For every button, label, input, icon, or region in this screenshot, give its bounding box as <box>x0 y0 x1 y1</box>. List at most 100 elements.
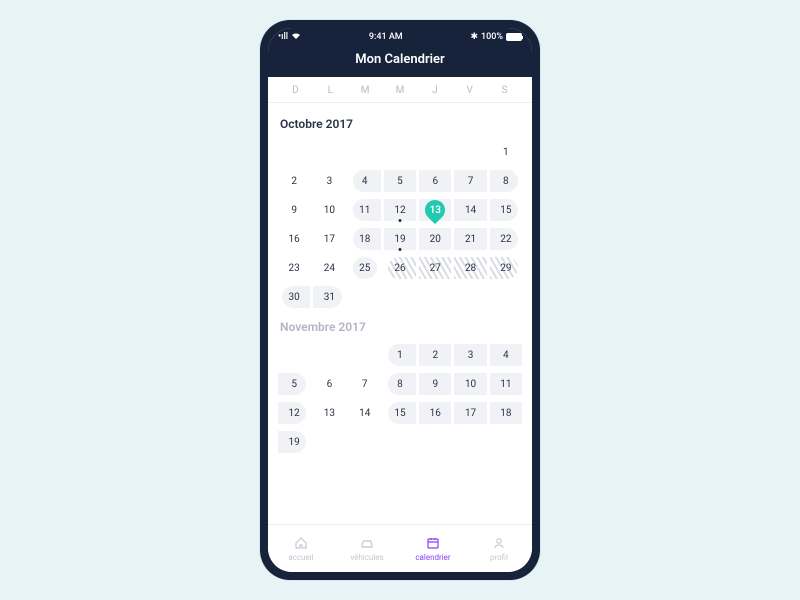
day-number: 19 <box>278 431 310 453</box>
day-cell[interactable]: 4 <box>349 168 381 194</box>
day-number: 8 <box>384 373 416 395</box>
day-cell[interactable]: 3 <box>454 342 486 368</box>
day-cell[interactable]: 21 <box>454 226 486 252</box>
day-cell[interactable]: 11 <box>349 197 381 223</box>
weekday-label: M <box>383 85 418 96</box>
day-number: 17 <box>454 402 486 424</box>
day-cell[interactable]: 23 <box>278 255 310 281</box>
day-number <box>454 141 486 163</box>
weekday-label: D <box>278 85 313 96</box>
day-cell[interactable]: 10 <box>313 197 345 223</box>
day-number <box>419 141 451 163</box>
status-time: 9:41 AM <box>369 32 403 42</box>
day-cell[interactable]: 19 <box>384 226 416 252</box>
day-cell[interactable]: 31 <box>313 284 345 310</box>
calendar-scroll[interactable]: Octobre 20171234567891011121314151617181… <box>268 103 532 524</box>
tab-label: profil <box>490 553 508 562</box>
tab-label: calendrier <box>415 553 450 562</box>
day-number: 17 <box>313 228 345 250</box>
day-cell[interactable]: 2 <box>278 168 310 194</box>
day-cell[interactable]: 18 <box>490 400 522 426</box>
day-number: 14 <box>454 199 486 221</box>
day-cell[interactable]: 30 <box>278 284 310 310</box>
weekday-label: M <box>348 85 383 96</box>
day-cell[interactable]: 27 <box>419 255 451 281</box>
day-cell[interactable]: 20 <box>419 226 451 252</box>
day-number: 26 <box>384 257 416 279</box>
tab-accueil[interactable]: accueil <box>268 525 334 572</box>
day-cell[interactable]: 22 <box>490 226 522 252</box>
day-cell[interactable]: 8 <box>384 371 416 397</box>
day-number: 6 <box>419 170 451 192</box>
weekday-label: J <box>417 85 452 96</box>
day-cell[interactable]: 16 <box>419 400 451 426</box>
day-number <box>349 141 381 163</box>
day-cell[interactable]: 15 <box>490 197 522 223</box>
day-number: 9 <box>278 199 310 221</box>
day-number: 29 <box>490 257 522 279</box>
day-cell[interactable]: 17 <box>454 400 486 426</box>
day-cell[interactable]: 9 <box>278 197 310 223</box>
day-number: 13 <box>313 402 345 424</box>
day-number: 28 <box>454 257 486 279</box>
day-cell[interactable]: 8 <box>490 168 522 194</box>
day-cell[interactable]: 19 <box>278 429 310 455</box>
day-number: 27 <box>419 257 451 279</box>
day-cell[interactable]: 7 <box>349 371 381 397</box>
day-cell[interactable]: 3 <box>313 168 345 194</box>
day-cell[interactable]: 29 <box>490 255 522 281</box>
day-cell <box>454 139 486 165</box>
day-cell[interactable]: 4 <box>490 342 522 368</box>
day-number: 22 <box>490 228 522 250</box>
day-cell[interactable]: 6 <box>313 371 345 397</box>
day-number: 3 <box>313 170 345 192</box>
day-number: 10 <box>313 199 345 221</box>
page-title: Mon Calendrier <box>268 46 532 77</box>
day-number: 5 <box>384 170 416 192</box>
day-cell <box>349 342 381 368</box>
day-cell[interactable]: 24 <box>313 255 345 281</box>
day-cell[interactable]: 5 <box>278 371 310 397</box>
day-cell[interactable]: 12 <box>384 197 416 223</box>
day-cell <box>278 342 310 368</box>
day-cell[interactable]: 18 <box>349 226 381 252</box>
tab-calendrier[interactable]: calendrier <box>400 525 466 572</box>
day-cell[interactable]: 6 <box>419 168 451 194</box>
day-cell[interactable]: 14 <box>349 400 381 426</box>
battery-percent: 100% <box>481 32 503 42</box>
day-cell[interactable]: 25 <box>349 255 381 281</box>
day-cell[interactable]: 10 <box>454 371 486 397</box>
tab-profil[interactable]: profil <box>466 525 532 572</box>
day-cell <box>349 139 381 165</box>
day-number: 5 <box>278 373 310 395</box>
day-number: 24 <box>313 257 345 279</box>
day-cell[interactable]: 26 <box>384 255 416 281</box>
day-cell[interactable]: 9 <box>419 371 451 397</box>
day-number <box>384 141 416 163</box>
day-number: 6 <box>313 373 345 395</box>
day-cell[interactable]: 17 <box>313 226 345 252</box>
day-number: 19 <box>384 228 416 250</box>
day-cell <box>419 139 451 165</box>
day-number: 10 <box>454 373 486 395</box>
day-number: 1 <box>490 141 522 163</box>
day-cell[interactable]: 28 <box>454 255 486 281</box>
day-cell[interactable]: 14 <box>454 197 486 223</box>
day-cell[interactable]: 5 <box>384 168 416 194</box>
day-cell[interactable]: 1 <box>384 342 416 368</box>
day-cell[interactable]: 15 <box>384 400 416 426</box>
day-number: 9 <box>419 373 451 395</box>
calendar-icon <box>425 535 441 551</box>
day-cell[interactable]: 7 <box>454 168 486 194</box>
day-cell[interactable]: 13 <box>419 197 451 223</box>
day-cell[interactable]: 1 <box>490 139 522 165</box>
tab-vehicules[interactable]: véhicules <box>334 525 400 572</box>
day-cell[interactable]: 16 <box>278 226 310 252</box>
day-number <box>313 141 345 163</box>
day-cell[interactable]: 13 <box>313 400 345 426</box>
day-number: 4 <box>490 344 522 366</box>
day-cell[interactable]: 2 <box>419 342 451 368</box>
day-number: 13 <box>419 199 451 221</box>
day-cell[interactable]: 12 <box>278 400 310 426</box>
day-cell[interactable]: 11 <box>490 371 522 397</box>
